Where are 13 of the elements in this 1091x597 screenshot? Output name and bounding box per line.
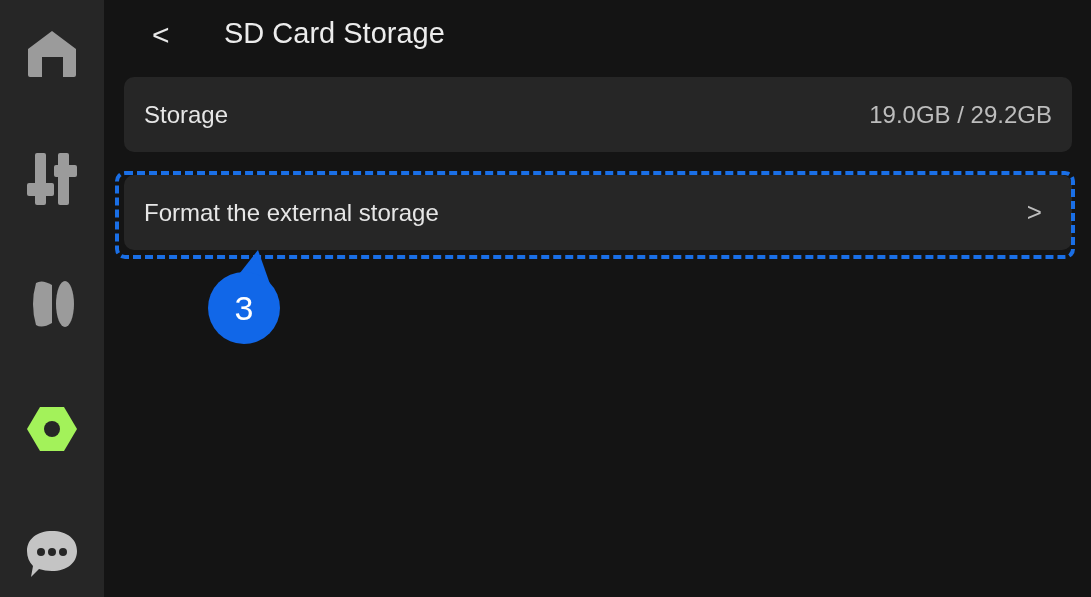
storage-value: 19.0GB / 29.2GB <box>869 99 1052 130</box>
sidebar-tab[interactable] <box>24 152 80 206</box>
settings-icon <box>27 407 77 451</box>
sliders-icon <box>27 153 77 205</box>
home-icon <box>28 31 76 77</box>
lens-icon <box>30 281 74 327</box>
row-label: Storage <box>144 99 229 130</box>
back-button[interactable]: < <box>152 11 192 57</box>
chat-icon <box>27 531 77 577</box>
page-title: SD Card Storage <box>224 16 445 52</box>
chevron-icon: > <box>1026 193 1052 232</box>
format-storage-item[interactable]: Format the external storage > <box>124 175 1072 250</box>
row-label: Format the external storage <box>144 197 439 228</box>
